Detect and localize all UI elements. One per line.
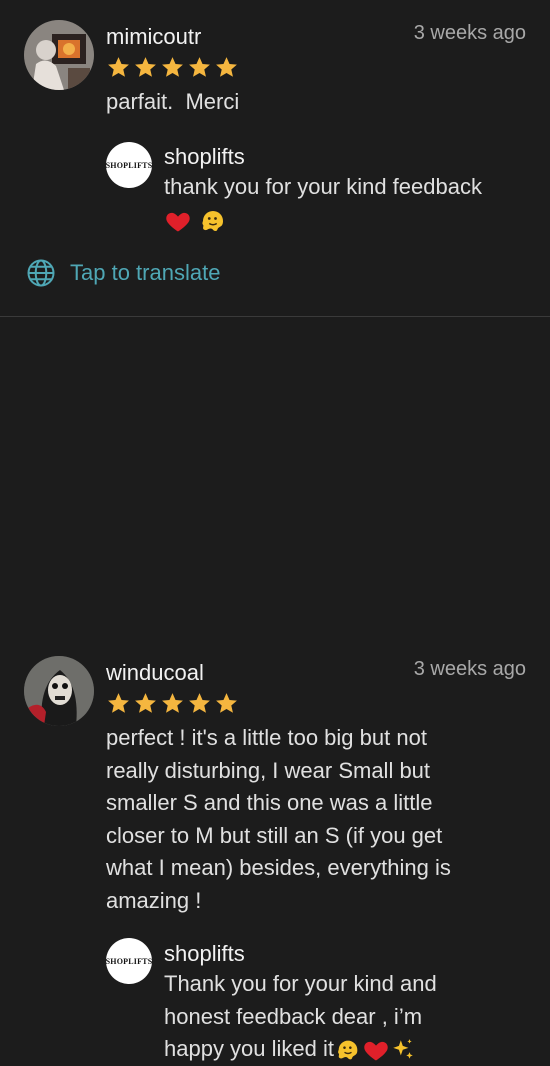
star-icon bbox=[108, 693, 129, 713]
star-icon bbox=[216, 57, 237, 77]
review-text: perfect ! it's a little too big but not … bbox=[106, 722, 451, 917]
melting-face-emoji bbox=[338, 1040, 358, 1060]
star-icon bbox=[162, 57, 183, 77]
star-icon bbox=[135, 57, 156, 77]
user-avatar[interactable] bbox=[24, 656, 94, 726]
reply-text-line: Thank you for your kind and bbox=[164, 971, 437, 996]
shop-avatar[interactable]: SHOPLIFTS bbox=[106, 142, 152, 188]
review-time: 3 weeks ago bbox=[413, 658, 526, 680]
review-text: parfait. Merci bbox=[106, 89, 240, 114]
reply-text-line: honest feedback dear , i’m bbox=[164, 1003, 423, 1029]
user-avatar[interactable] bbox=[24, 20, 94, 90]
star-rating bbox=[106, 691, 239, 716]
globe-icon bbox=[27, 259, 55, 287]
review-text-line: closer to M but still an S (if you get bbox=[106, 822, 443, 848]
melting-face-emoji bbox=[202, 210, 224, 231]
shop-avatar-label: SHOPLIFTS bbox=[105, 160, 153, 170]
reply-text-line: happy you liked it bbox=[164, 1036, 334, 1061]
shop-avatar-label: SHOPLIFTS bbox=[105, 956, 153, 966]
star-rating bbox=[106, 55, 239, 80]
review-time: 3 weeks ago bbox=[413, 22, 526, 44]
star-icon bbox=[108, 57, 129, 77]
reply-text: thank you for your kind feedback bbox=[164, 171, 482, 238]
review-text-line: what I mean) besides, everything is bbox=[106, 855, 451, 880]
review-username[interactable]: mimicoutr bbox=[106, 24, 201, 50]
star-icon bbox=[162, 693, 183, 713]
reply-emoji-line: happy you liked it bbox=[164, 1033, 437, 1066]
reply-emoji-row bbox=[164, 204, 482, 238]
reply-text: Thank you for your kind and honest feedb… bbox=[164, 968, 437, 1066]
review-text-line: perfect ! it's a little too big but not bbox=[106, 725, 427, 750]
review-text-line: amazing ! bbox=[106, 887, 202, 913]
translate-label: Tap to translate bbox=[70, 260, 221, 285]
reply-author[interactable]: shoplifts bbox=[164, 941, 245, 967]
heart-emoji bbox=[364, 1042, 388, 1061]
shop-avatar[interactable]: SHOPLIFTS bbox=[106, 938, 152, 984]
reply-author[interactable]: shoplifts bbox=[164, 144, 245, 170]
review-text-line: really disturbing, I wear Small but bbox=[106, 757, 431, 783]
heart-emoji bbox=[166, 212, 190, 232]
review-card: mimicoutr 3 weeks ago parfait. Merci SHO… bbox=[0, 0, 550, 316]
sparkles-emoji bbox=[393, 1039, 413, 1059]
star-icon bbox=[135, 693, 156, 713]
review-text-line: smaller S and this one was a little bbox=[106, 790, 433, 815]
review-divider bbox=[0, 316, 550, 317]
star-icon bbox=[189, 693, 210, 713]
reply-text-line: thank you for your kind feedback bbox=[164, 174, 482, 199]
star-icon bbox=[216, 693, 237, 713]
review-username[interactable]: winducoal bbox=[106, 660, 204, 686]
translate-link[interactable]: Tap to translate bbox=[26, 258, 220, 288]
star-icon bbox=[189, 57, 210, 77]
